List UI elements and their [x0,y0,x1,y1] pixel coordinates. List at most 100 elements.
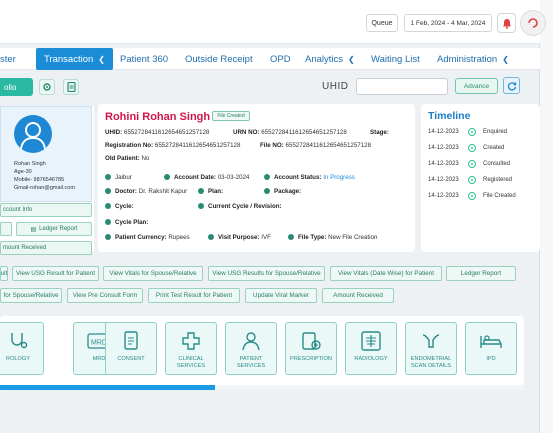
stage-row: Stage: [370,129,389,136]
account-date-value: 03-03-2024 [217,174,250,181]
nav-item-analytics[interactable]: Analytics ❮ [305,48,355,70]
patient-age: Age-30 [14,169,32,175]
patient-details-card: Rohini Rohan Singh File Created UHID: 65… [98,104,415,252]
timeline-dot-icon [468,160,476,168]
module-label: MRD [92,356,106,362]
cycle-label: Cycle: [115,203,134,210]
timeline-status: Enquired [483,129,508,135]
module-tile-consent[interactable]: CONSENT [105,322,157,375]
horizontal-scrollbar[interactable] [0,385,524,390]
timeline-title: Timeline [428,110,471,122]
module-tile-endometrial-scan[interactable]: ENDOMETRIAL SCAN DETAILS [405,322,457,375]
visit-purpose-value: IVF [261,234,271,241]
date-range-picker[interactable]: 1 Feb, 2024 - 4 Mar, 2024 [404,14,492,32]
module-tile-prescription[interactable]: PRESCRIPTION [285,322,337,375]
cycle-plan-row: Cycle Plan: [105,219,148,226]
module-tile-radiology[interactable]: RADIOLOGY [345,322,397,375]
bell-icon [502,18,511,29]
plan-row: Plan: [198,188,223,195]
amount-received-button[interactable]: mount Received [0,241,92,255]
timeline-status: Created [483,145,505,151]
view-pre-consult-form-button[interactable]: View Pre Consult Form [67,288,143,303]
view-vitals-spouse-button[interactable]: View Vitals for Spouse/Relative [103,266,203,281]
patient-email: Gmail-rohan@gmail.com [14,185,75,191]
file-type-value: New File Creation [328,234,378,241]
module-label: ROLOGY [6,356,30,362]
folio-button[interactable]: olio [0,78,33,96]
account-date-label: Account Date: [174,174,216,181]
module-tile-ipd[interactable]: IPD [465,322,517,375]
file-no-value: 6552728411612654651257128 [285,142,372,149]
patient-mobile: Mobile- 9876546785 [14,177,65,183]
nav-item-master[interactable]: ster [0,48,16,70]
update-viral-marker-button[interactable]: Update Viral Marker [245,288,317,303]
scrollbar-thumb[interactable] [0,385,215,390]
timeline-status: Consulted [483,161,511,167]
account-info-button[interactable]: ccount Info [0,203,92,217]
currency-label: Patient Currency: [115,234,167,241]
chevron-left-icon: ❮ [502,54,509,64]
patient-summary-card: Rohan Singh Age-30 Mobile- 9876546785 Gm… [0,106,94,255]
plan-label: Plan: [208,188,224,195]
toolbar-gear-button[interactable] [39,79,55,95]
nav-item-patient-360[interactable]: Patient 360 [120,48,168,70]
action-button[interactable]: ult [0,266,8,281]
registration-row: Registration No: 65527284116126546512571… [105,142,240,149]
print-test-result-button[interactable]: Print Test Result for Patient [148,288,240,303]
notification-button[interactable] [497,13,516,33]
action-panel: ult View USG Result for Patient View Vit… [0,258,524,310]
ledger-report-button[interactable]: ▤ Ledger Report [16,222,92,236]
module-label: ENDOMETRIAL SCAN DETAILS [410,356,452,369]
module-tile-clinical-services[interactable]: CLINICAL SERVICES [165,322,217,375]
module-tile-patient-services[interactable]: PATIENT SERVICES [225,322,277,375]
view-usg-results-spouse-button[interactable]: View USG Results for Spouse/Relative [208,266,325,281]
queue-button[interactable]: Queue [366,14,398,32]
timeline-status: File Created [483,193,516,199]
side-small-button[interactable] [0,222,12,236]
file-no-label: File NO: [260,142,284,149]
ledger-report-label: Ledger Report [39,226,78,232]
view-vitals-date-wise-button[interactable]: View Vitals (Date Wise) for Patient [330,266,442,281]
window-corner-button[interactable] [520,10,546,36]
consent-icon [124,331,138,350]
nav-item-opd[interactable]: OPD [270,48,291,70]
currency-row: Patient Currency: Rupees [105,234,190,241]
uhid-search-input[interactable] [356,78,448,95]
user-icon [20,122,46,150]
file-type-label: File Type: [298,234,327,241]
window-edge [540,0,553,433]
view-usg-result-patient-button[interactable]: View USG Result for Patient [12,266,99,281]
action-button[interactable]: for Spouse/Relative [0,288,62,303]
amount-received-action-button[interactable]: Amount Received [322,288,394,303]
nav-item-transaction[interactable]: Transaction ❮ [36,48,113,70]
uhid-row: UHID: 6552728411612654651257128 [105,129,210,136]
person-icon [208,234,214,241]
timeline-card: Timeline 14-12-2023 Enquired 14-12-2023 Cr… [421,104,540,252]
toolbar: olio UHID Advance [0,74,540,100]
module-tile-urology[interactable]: ROLOGY [0,322,44,375]
toolbar-document-button[interactable] [63,79,79,95]
ledger-icon: ▤ [30,226,37,233]
city-row: Jaibur [105,174,132,181]
refresh-button[interactable] [503,77,520,94]
nav-item-outside-receipt[interactable]: Outside Receipt [185,48,253,70]
registration-label: Registration No: [105,142,154,149]
module-label: RADIOLOGY [354,356,388,362]
ledger-report-action-button[interactable]: Ledger Report [446,266,516,281]
nav-item-administration[interactable]: Administration ❮ [437,48,509,70]
current-cycle-label: Current Cycle / Revision: [208,203,282,210]
main-nav: ster Transaction ❮ Patient 360 Outside Re… [0,48,540,70]
module-label: CONSENT [117,356,145,362]
nav-item-label: Transaction [44,53,94,65]
nav-item-waiting-list[interactable]: Waiting List [371,48,420,70]
urn-label: URN NO: [233,129,260,136]
endometrial-icon [422,334,440,348]
advance-button[interactable]: Advance [455,78,498,94]
doctor-value: Dr. Rakshit Kapur [138,188,188,195]
top-bar: Queue 1 Feb, 2024 - 4 Mar, 2024 [0,0,546,44]
document-icon [66,82,76,92]
package-label: Package: [274,188,302,195]
bed-icon [480,335,502,348]
old-patient-row: Old Patient: No [105,155,149,162]
current-cycle-row: Current Cycle / Revision: [198,203,282,210]
